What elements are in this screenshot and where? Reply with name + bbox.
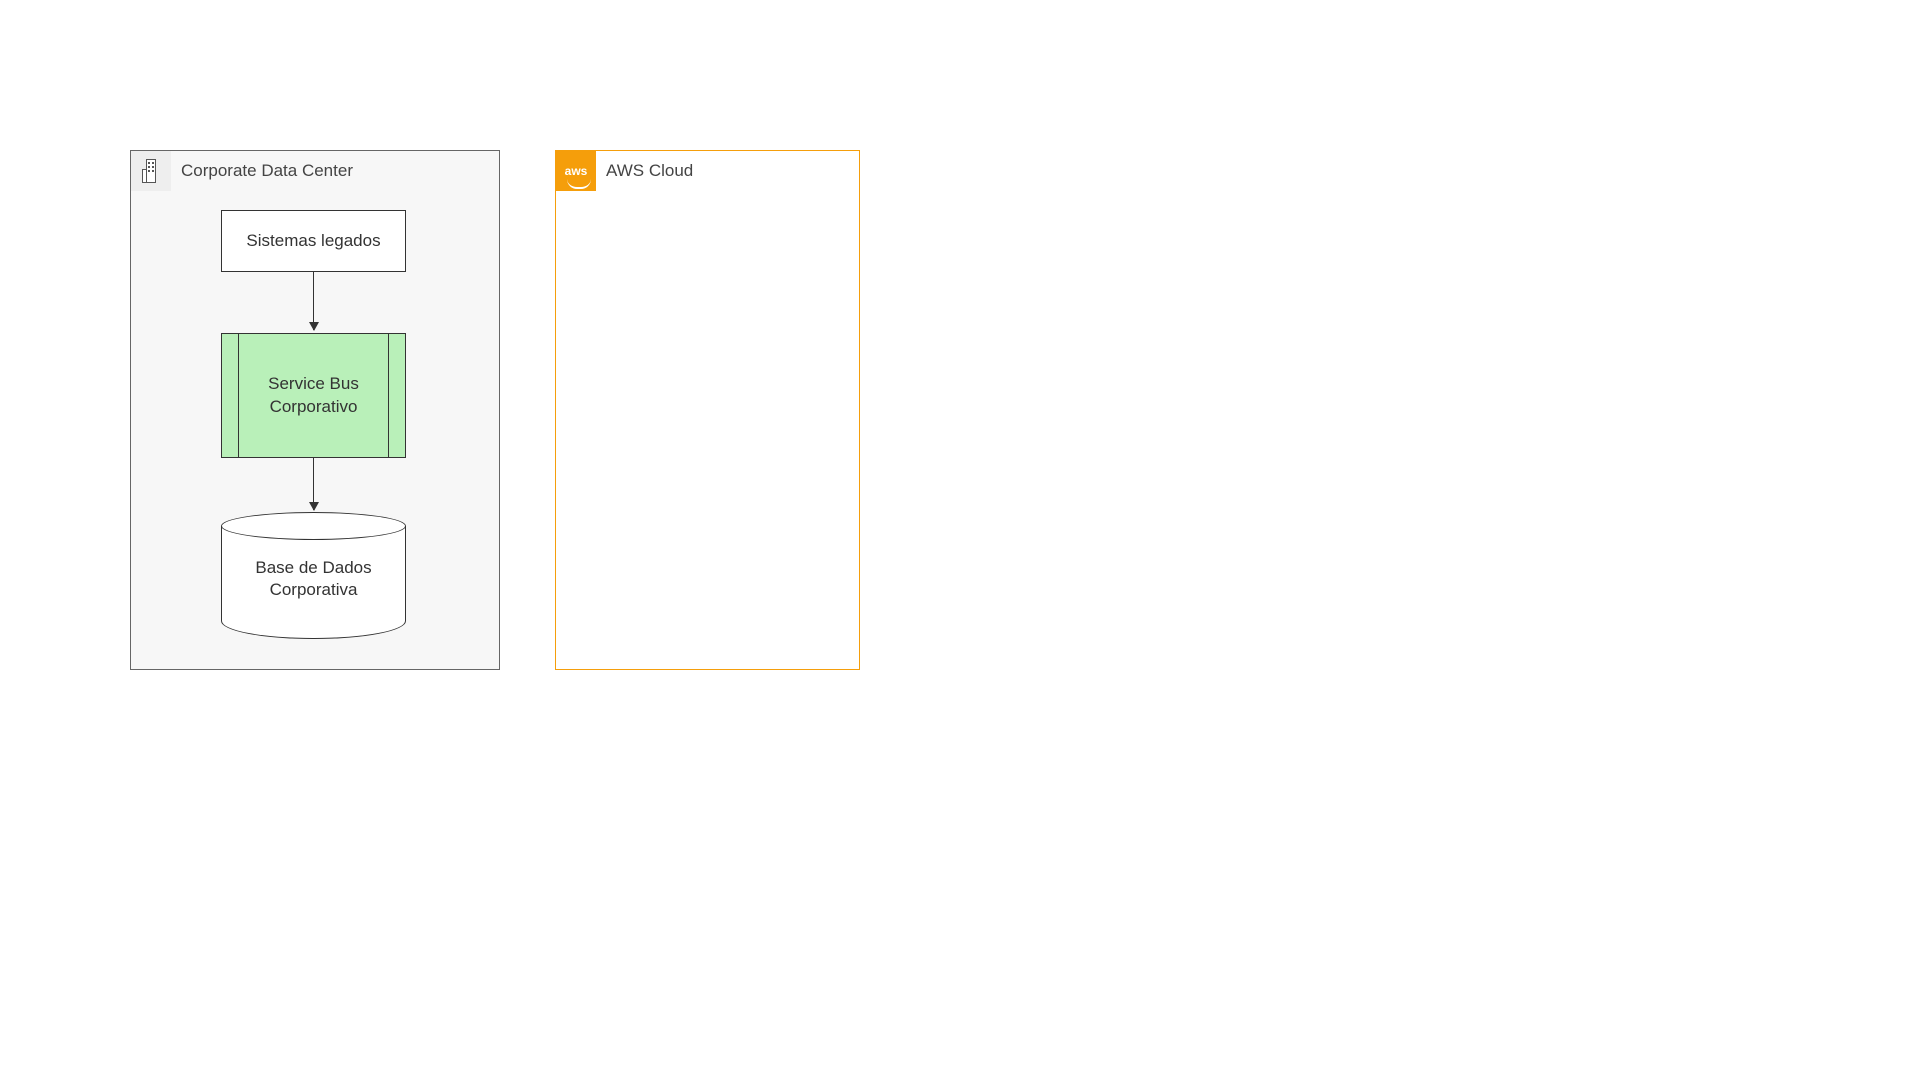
building-icon: [131, 151, 171, 191]
node-legacy-systems: Sistemas legados: [221, 210, 406, 272]
node-service-bus: Service Bus Corporativo: [221, 333, 406, 458]
node-label: Base de Dados Corporativa: [221, 557, 406, 601]
node-corporate-database: Base de Dados Corporativa: [221, 512, 406, 639]
group-aws-cloud: aws AWS Cloud: [555, 150, 860, 670]
diagram-canvas: Corporate Data Center aws AWS Cloud Sist…: [0, 0, 1920, 1080]
group-label: AWS Cloud: [606, 161, 693, 181]
node-label: Sistemas legados: [246, 230, 380, 252]
aws-icon: aws: [556, 151, 596, 191]
arrow-legacy-to-bus: [313, 272, 314, 330]
node-label: Service Bus Corporativo: [222, 373, 405, 417]
group-header: aws AWS Cloud: [556, 151, 693, 191]
group-header: Corporate Data Center: [131, 151, 353, 191]
arrow-bus-to-db: [313, 458, 314, 510]
group-label: Corporate Data Center: [181, 161, 353, 181]
